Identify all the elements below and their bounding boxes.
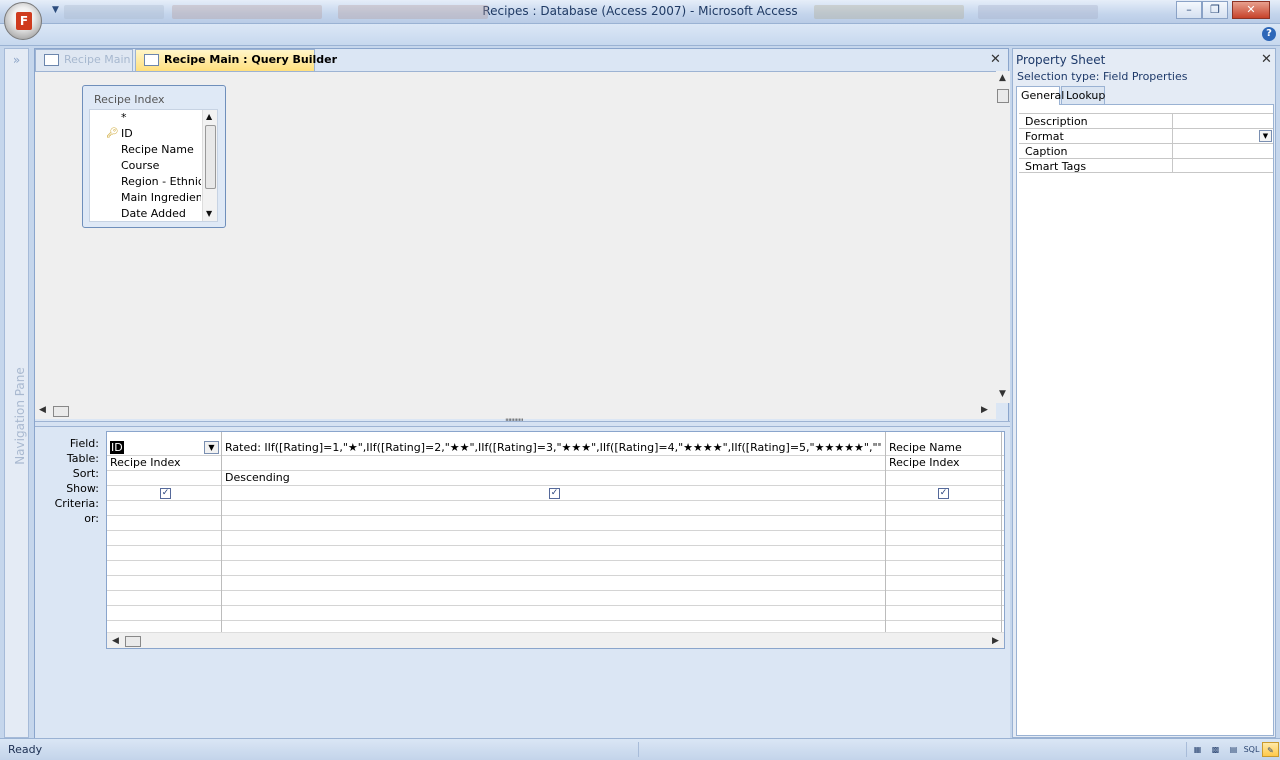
tab-label: Recipe Main	[64, 53, 131, 66]
scroll-right-arrow-icon[interactable]: ▶	[981, 405, 988, 415]
scroll-thumb[interactable]	[205, 125, 216, 189]
navigation-pane-label: Navigation Pane	[13, 367, 27, 465]
restore-button[interactable]: ❐	[1202, 1, 1228, 19]
background-taskbar-ghost	[172, 5, 322, 19]
format-dropdown-icon[interactable]: ▼	[1259, 130, 1272, 142]
status-bar: Ready ▦ ▩ ▤ SQL ✎	[0, 738, 1280, 760]
scroll-thumb[interactable]	[125, 636, 141, 647]
field-item-all[interactable]: *	[121, 111, 201, 124]
table-pane-vertical-scrollbar[interactable]: ▲ ▼	[996, 71, 1010, 403]
field-item-recipe-name[interactable]: Recipe Name	[121, 143, 201, 156]
tab-lookup[interactable]: Lookup	[1061, 86, 1105, 105]
background-taskbar-ghost	[814, 5, 964, 19]
row-label-table: Table:	[66, 452, 99, 465]
property-row-description[interactable]: Description	[1019, 113, 1273, 128]
property-sheet: Property Sheet ✕ Selection type: Field P…	[1012, 48, 1276, 738]
row-label-criteria: Criteria:	[54, 497, 99, 510]
scroll-thumb[interactable]	[997, 89, 1009, 103]
help-icon[interactable]: ?	[1262, 27, 1276, 41]
minimize-button[interactable]: –	[1176, 1, 1202, 19]
property-list: Description Format ▼ Caption Smart Tags	[1016, 104, 1274, 736]
field-item-region[interactable]: Region - Ethnic	[121, 175, 201, 188]
close-window-button[interactable]: ✕	[1232, 1, 1270, 19]
table-pane[interactable]: Recipe Index * 🔑︎ ID Recipe Name Course …	[35, 71, 996, 403]
design-grid-pane: Field: Table: Sort: Show: Criteria: or: …	[35, 427, 1010, 739]
row-label-field: Field:	[69, 437, 99, 450]
show-checkbox[interactable]: ✓	[938, 488, 949, 499]
background-taskbar-ghost	[338, 5, 488, 19]
datasheet-view-icon[interactable]: ▦	[1189, 742, 1206, 757]
property-sheet-title: Property Sheet	[1016, 53, 1106, 67]
field-item-course[interactable]: Course	[121, 159, 201, 172]
design-view-icon[interactable]: ✎	[1262, 742, 1279, 757]
property-row-caption[interactable]: Caption	[1019, 143, 1273, 158]
grid-field-cell-rated[interactable]: Rated: IIf([Rating]=1,"★",IIf([Rating]=2…	[225, 441, 881, 454]
grid-field-cell-recipe-name[interactable]: Recipe Name	[889, 441, 962, 454]
pivot-chart-view-icon[interactable]: ▤	[1225, 742, 1242, 757]
grid-field-cell-id[interactable]: ID	[110, 441, 124, 454]
property-value[interactable]	[1172, 114, 1272, 128]
row-label-show: Show:	[66, 482, 99, 495]
field-dropdown-icon[interactable]: ▼	[204, 441, 219, 454]
sql-view-button[interactable]: SQL	[1243, 742, 1260, 757]
field-list-scrollbar[interactable]: ▲ ▼	[202, 110, 217, 221]
grid-table-cell[interactable]: Recipe Index	[110, 456, 181, 469]
property-row-smart-tags[interactable]: Smart Tags	[1019, 158, 1273, 173]
grid-table-cell[interactable]: Recipe Index	[889, 456, 960, 469]
field-list[interactable]: * 🔑︎ ID Recipe Name Course Region - Ethn…	[89, 109, 218, 222]
pivot-table-view-icon[interactable]: ▩	[1207, 742, 1224, 757]
grid-sort-cell[interactable]: Descending	[225, 471, 290, 484]
scroll-right-arrow-icon[interactable]: ▶	[992, 636, 999, 646]
tab-label: Recipe Main : Query Builder	[164, 53, 337, 66]
field-item-id[interactable]: ID	[121, 127, 201, 140]
scroll-left-arrow-icon[interactable]: ◀	[39, 405, 46, 415]
navigation-pane[interactable]: » Navigation Pane	[4, 48, 29, 738]
scroll-up-arrow-icon[interactable]: ▲	[206, 112, 212, 121]
status-text: Ready	[8, 743, 43, 756]
close-document-icon[interactable]: ✕	[990, 52, 1001, 67]
property-value[interactable]	[1172, 159, 1272, 173]
scroll-left-arrow-icon[interactable]: ◀	[112, 636, 119, 646]
property-row-format[interactable]: Format ▼	[1019, 128, 1273, 143]
document-area: Recipe Main Recipe Main : Query Builder …	[34, 48, 1010, 739]
field-list-title: Recipe Index	[94, 93, 165, 106]
property-name: Caption	[1025, 145, 1068, 158]
row-label-or: or:	[84, 512, 99, 525]
table-pane-horizontal-scrollbar[interactable]: ◀ ▶	[35, 403, 996, 419]
tab-query-builder[interactable]: Recipe Main : Query Builder	[135, 49, 337, 71]
field-item-date-added[interactable]: Date Added	[121, 207, 201, 220]
show-checkbox[interactable]: ✓	[549, 488, 560, 499]
primary-key-icon: 🔑︎	[106, 128, 119, 139]
property-name: Description	[1025, 115, 1088, 128]
property-name: Format	[1025, 130, 1064, 143]
grid-horizontal-scrollbar[interactable]: ◀ ▶	[107, 632, 1004, 648]
property-value[interactable]	[1172, 144, 1272, 158]
property-value[interactable]: ▼	[1172, 129, 1272, 143]
selection-type-label: Selection type: Field Properties	[1017, 70, 1188, 83]
expand-chevron-icon[interactable]: »	[5, 53, 28, 67]
design-grid[interactable]: ID ▼ Recipe Index ✓ Rated: IIf([Rating]=…	[106, 431, 1005, 649]
background-taskbar-ghost	[64, 5, 164, 19]
title-bar: Recipes : Database (Access 2007) - Micro…	[0, 0, 1280, 24]
form-icon	[44, 54, 59, 66]
row-label-sort: Sort:	[72, 467, 99, 480]
field-item-main-ingredient[interactable]: Main Ingredient	[121, 191, 201, 204]
query-icon	[144, 54, 159, 66]
office-logo-icon: F	[16, 12, 32, 30]
field-list-recipe-index[interactable]: Recipe Index * 🔑︎ ID Recipe Name Course …	[82, 85, 226, 228]
quick-access-toolbar-dropdown-icon[interactable]: ▼	[52, 5, 59, 15]
office-button[interactable]: F	[4, 2, 42, 40]
background-taskbar-ghost	[978, 5, 1098, 19]
scroll-down-arrow-icon[interactable]: ▼	[999, 389, 1006, 399]
property-name: Smart Tags	[1025, 160, 1087, 173]
tab-general[interactable]: General	[1016, 86, 1064, 105]
ribbon-strip	[0, 24, 1280, 46]
show-checkbox[interactable]: ✓	[160, 488, 171, 499]
close-property-sheet-icon[interactable]: ✕	[1261, 52, 1272, 67]
tab-recipe-main[interactable]: Recipe Main	[35, 49, 133, 71]
scroll-thumb[interactable]	[53, 406, 69, 417]
scroll-down-arrow-icon[interactable]: ▼	[206, 209, 212, 218]
scroll-up-arrow-icon[interactable]: ▲	[999, 73, 1006, 83]
